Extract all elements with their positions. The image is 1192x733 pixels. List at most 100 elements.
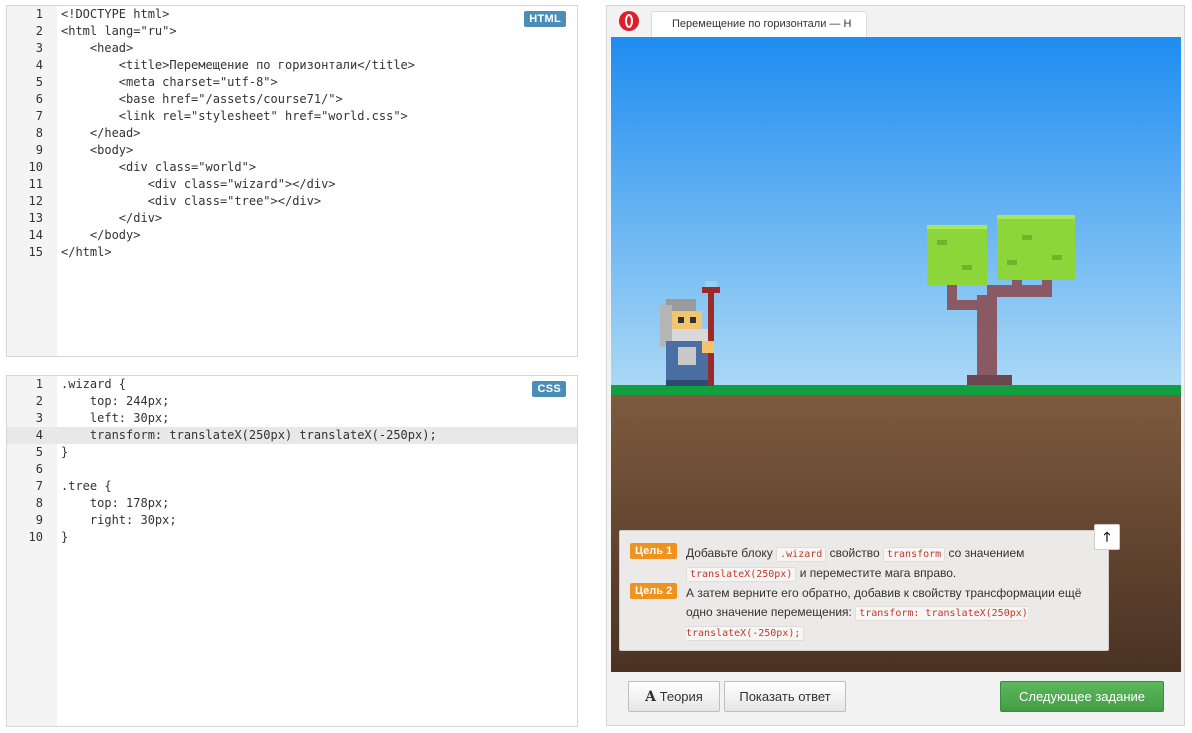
line-number: 7 — [35, 109, 43, 123]
line-number: 7 — [35, 479, 43, 493]
code-line[interactable]: 7 .tree { — [7, 478, 577, 495]
css-badge: CSS — [532, 381, 566, 397]
code-text[interactable]: left: 30px; — [61, 410, 169, 427]
goal-text: А затем верните его обратно, добавив к с… — [686, 586, 1082, 641]
html-code[interactable]: 1 <!DOCTYPE html> 2 <html lang="ru"> 3 <head… — [7, 6, 577, 261]
line-number: 13 — [28, 211, 43, 225]
code-text[interactable]: <html lang="ru"> — [61, 23, 177, 40]
line-number: 2 — [35, 394, 43, 408]
show-answer-button[interactable]: Показать ответ — [724, 681, 846, 712]
code-text[interactable]: <meta charset="utf-8"> — [61, 74, 278, 91]
goals-panel: 🡑 Цель 1 Добавьте блоку .wizard свойство… — [619, 524, 1120, 651]
browser-tab[interactable]: Перемещение по горизонтали — H — [651, 11, 867, 37]
code-line[interactable]: 2 <html lang="ru"> — [7, 23, 577, 40]
goal-text: Добавьте блоку .wizard свойство transfor… — [686, 546, 1025, 582]
opera-logo-icon — [619, 11, 639, 31]
code-text[interactable]: <body> — [61, 142, 133, 159]
code-line[interactable]: 4 <title>Перемещение по горизонтали</tit… — [7, 57, 577, 74]
line-number: 5 — [35, 445, 43, 459]
code-text[interactable]: } — [61, 529, 68, 546]
code-line[interactable]: 9 right: 30px; — [7, 512, 577, 529]
code-line[interactable]: 8 </head> — [7, 125, 577, 142]
code-text[interactable]: right: 30px; — [61, 512, 177, 529]
html-badge: HTML — [524, 11, 566, 27]
code-text[interactable]: top: 244px; — [61, 393, 169, 410]
code-text[interactable]: <div class="world"> — [61, 159, 256, 176]
code-text[interactable]: </body> — [61, 227, 141, 244]
code-line[interactable]: 5} — [7, 444, 577, 461]
browser-preview: Перемещение по горизонтали — H 🡑 Цель 1 … — [606, 5, 1185, 726]
code-line[interactable]: 3 <head> — [7, 40, 577, 57]
line-number: 9 — [35, 143, 43, 157]
css-editor[interactable]: 1 .wizard {2 top: 244px; 3 left: 30px; 4 tr… — [6, 375, 578, 727]
line-number: 2 — [35, 24, 43, 38]
wizard-sprite — [660, 281, 720, 386]
code-text[interactable]: <head> — [61, 40, 133, 57]
inline-code: transform — [883, 547, 946, 562]
code-text[interactable]: top: 178px; — [61, 495, 169, 512]
code-text[interactable]: .wizard { — [61, 376, 126, 393]
line-number: 11 — [28, 177, 43, 191]
code-text[interactable]: </html> — [61, 244, 112, 261]
code-line[interactable]: 10} — [7, 529, 577, 546]
code-line[interactable]: 5 <meta charset="utf-8"> — [7, 74, 577, 91]
code-text[interactable]: <!DOCTYPE html> — [61, 6, 169, 23]
code-text[interactable]: <div class="tree"></div> — [61, 193, 321, 210]
code-line[interactable]: 9 <body> — [7, 142, 577, 159]
code-line[interactable]: 1 .wizard { — [7, 376, 577, 393]
code-line[interactable]: 14 </body> — [7, 227, 577, 244]
tree-sprite — [927, 215, 1075, 385]
code-text[interactable]: .tree { — [61, 478, 112, 495]
inline-code: translateX(250px) — [686, 567, 797, 582]
code-line[interactable]: 11 <div class="wizard"></div> — [7, 176, 577, 193]
code-line[interactable]: 4 transform: translateX(250px) translate… — [7, 427, 577, 444]
inline-code: .wizard — [776, 547, 827, 562]
html-editor[interactable]: 1 <!DOCTYPE html> 2 <html lang="ru"> 3 <head… — [6, 5, 578, 357]
grass — [611, 385, 1181, 395]
line-number: 9 — [35, 513, 43, 527]
line-number: 10 — [28, 530, 43, 544]
code-line[interactable]: 6 <base href="/assets/course71/"> — [7, 91, 577, 108]
line-number: 1 — [35, 7, 43, 21]
code-line[interactable]: 8 top: 178px; — [7, 495, 577, 512]
code-text[interactable]: <link rel="stylesheet" href="world.css"> — [61, 108, 408, 125]
code-line[interactable]: 10 <div class="world"> — [7, 159, 577, 176]
line-number: 1 — [35, 377, 43, 391]
code-text[interactable]: } — [61, 444, 68, 461]
line-number: 15 — [28, 245, 43, 259]
line-number: 8 — [35, 496, 43, 510]
code-line[interactable]: 1 <!DOCTYPE html> — [7, 6, 577, 23]
line-number: 4 — [35, 428, 43, 442]
code-text[interactable]: <base href="/assets/course71/"> — [61, 91, 343, 108]
theory-icon: A — [645, 689, 657, 705]
collapse-up-icon[interactable]: 🡑 — [1094, 524, 1120, 550]
tab-bar: Перемещение по горизонтали — H — [607, 6, 1184, 37]
code-line[interactable]: 15 </html> — [7, 244, 577, 261]
line-number: 3 — [35, 41, 43, 55]
goal-label: Цель 2 — [630, 583, 678, 599]
line-number: 6 — [35, 462, 43, 476]
line-number: 3 — [35, 411, 43, 425]
code-line[interactable]: 7 <link rel="stylesheet" href="world.css… — [7, 108, 577, 125]
css-code[interactable]: 1 .wizard {2 top: 244px; 3 left: 30px; 4 tr… — [7, 376, 577, 546]
next-task-button[interactable]: Следующее задание — [1000, 681, 1164, 712]
inline-code: transform: translateX(250px) translateX(… — [686, 606, 1028, 641]
line-number: 10 — [28, 160, 43, 174]
line-number: 5 — [35, 75, 43, 89]
line-number: 8 — [35, 126, 43, 140]
goal-label: Цель 1 — [630, 543, 678, 559]
code-text[interactable]: </div> — [61, 210, 162, 227]
line-number: 14 — [28, 228, 43, 242]
code-text[interactable]: transform: translateX(250px) translateX(… — [61, 427, 437, 444]
code-text[interactable]: <div class="wizard"></div> — [61, 176, 336, 193]
code-text[interactable]: <title>Перемещение по горизонтали</title… — [61, 57, 415, 74]
line-number: 12 — [28, 194, 43, 208]
code-text[interactable]: </head> — [61, 125, 141, 142]
theory-button[interactable]: A Теория — [628, 681, 720, 712]
code-line[interactable]: 3 left: 30px; — [7, 410, 577, 427]
code-line[interactable]: 6 — [7, 461, 577, 478]
code-line[interactable]: 13 </div> — [7, 210, 577, 227]
theory-label: Теория — [659, 689, 703, 704]
code-line[interactable]: 2 top: 244px; — [7, 393, 577, 410]
code-line[interactable]: 12 <div class="tree"></div> — [7, 193, 577, 210]
